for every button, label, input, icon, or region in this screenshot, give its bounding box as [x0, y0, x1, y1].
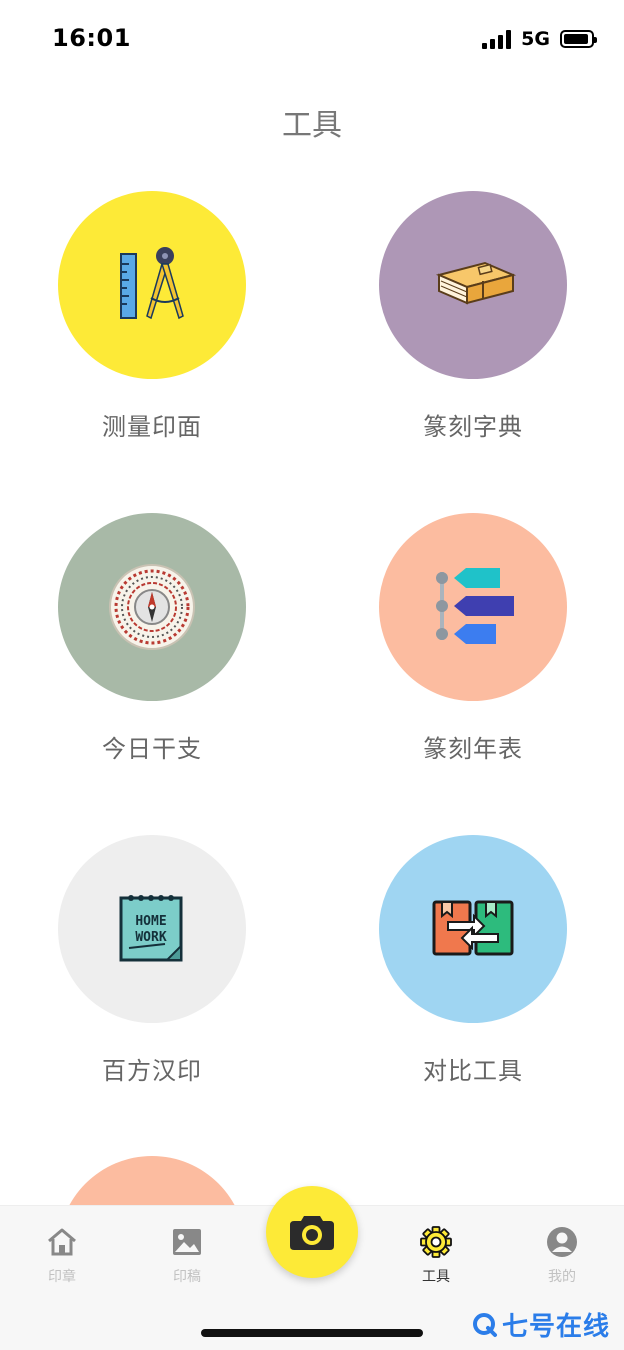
tool-circle[interactable]	[379, 835, 567, 1023]
watermark-text: 七号在线	[501, 1312, 610, 1342]
network-type: 5G	[521, 28, 550, 50]
q-logo-icon	[472, 1312, 497, 1337]
notebook-text-line1: HOME	[135, 914, 166, 929]
user-icon	[522, 1224, 602, 1260]
home-icon	[22, 1224, 102, 1260]
tool-seal-dictionary[interactable]: 篆刻字典	[379, 191, 567, 442]
tool-label: 百方汉印	[102, 1057, 202, 1085]
notebook-text-line2: WORK	[135, 930, 166, 945]
tool-hundred-han-seals[interactable]: HOME WORK 百方汉印	[58, 835, 246, 1086]
tool-circle[interactable]	[379, 191, 567, 379]
tab-label: 印章	[48, 1269, 76, 1285]
home-indicator	[201, 1329, 423, 1337]
tool-compare[interactable]: 对比工具	[379, 835, 567, 1086]
signal-icon	[482, 29, 512, 49]
watermark: 七号在线	[472, 1306, 610, 1343]
tool-label: 篆刻年表	[423, 735, 523, 763]
battery-icon	[560, 30, 597, 48]
tool-label: 今日干支	[102, 735, 202, 763]
tab-label: 印稿	[173, 1269, 201, 1285]
tool-circle[interactable]: HOME WORK	[58, 835, 246, 1023]
compare-books-icon	[432, 900, 514, 956]
tool-label: 篆刻字典	[423, 413, 523, 441]
timeline-arrows-icon	[436, 568, 514, 644]
tool-todays-ganzhi[interactable]: 今日干支	[58, 513, 246, 764]
ruler-compass-icon	[120, 247, 184, 320]
page-title: 工具	[282, 108, 342, 143]
tool-circle[interactable]	[379, 513, 567, 701]
tab-seals[interactable]: 印章	[22, 1224, 102, 1286]
tool-label: 测量印面	[102, 413, 202, 441]
image-icon	[147, 1224, 227, 1260]
feng-shui-compass-icon	[109, 564, 195, 650]
tab-tools[interactable]: 工具	[396, 1224, 476, 1286]
homework-notebook-icon: HOME WORK	[119, 895, 183, 962]
tool-label: 对比工具	[423, 1057, 523, 1085]
tool-circle[interactable]	[58, 513, 246, 701]
tab-label: 我的	[548, 1269, 576, 1285]
status-indicators: 5G	[482, 28, 597, 50]
camera-icon	[290, 1216, 334, 1250]
book-stack-icon	[435, 261, 517, 305]
status-bar: 16:01 5G	[0, 0, 624, 80]
tab-drafts[interactable]: 印稿	[147, 1224, 227, 1286]
tab-mine[interactable]: 我的	[522, 1224, 602, 1286]
tab-label: 工具	[422, 1269, 450, 1285]
status-time: 16:01	[52, 24, 131, 52]
camera-button[interactable]	[266, 1186, 358, 1278]
tool-measure-seal-face[interactable]: 测量印面	[58, 191, 246, 442]
tool-seal-chronology[interactable]: 篆刻年表	[379, 513, 567, 764]
tool-circle[interactable]	[58, 191, 246, 379]
gear-icon	[396, 1224, 476, 1260]
